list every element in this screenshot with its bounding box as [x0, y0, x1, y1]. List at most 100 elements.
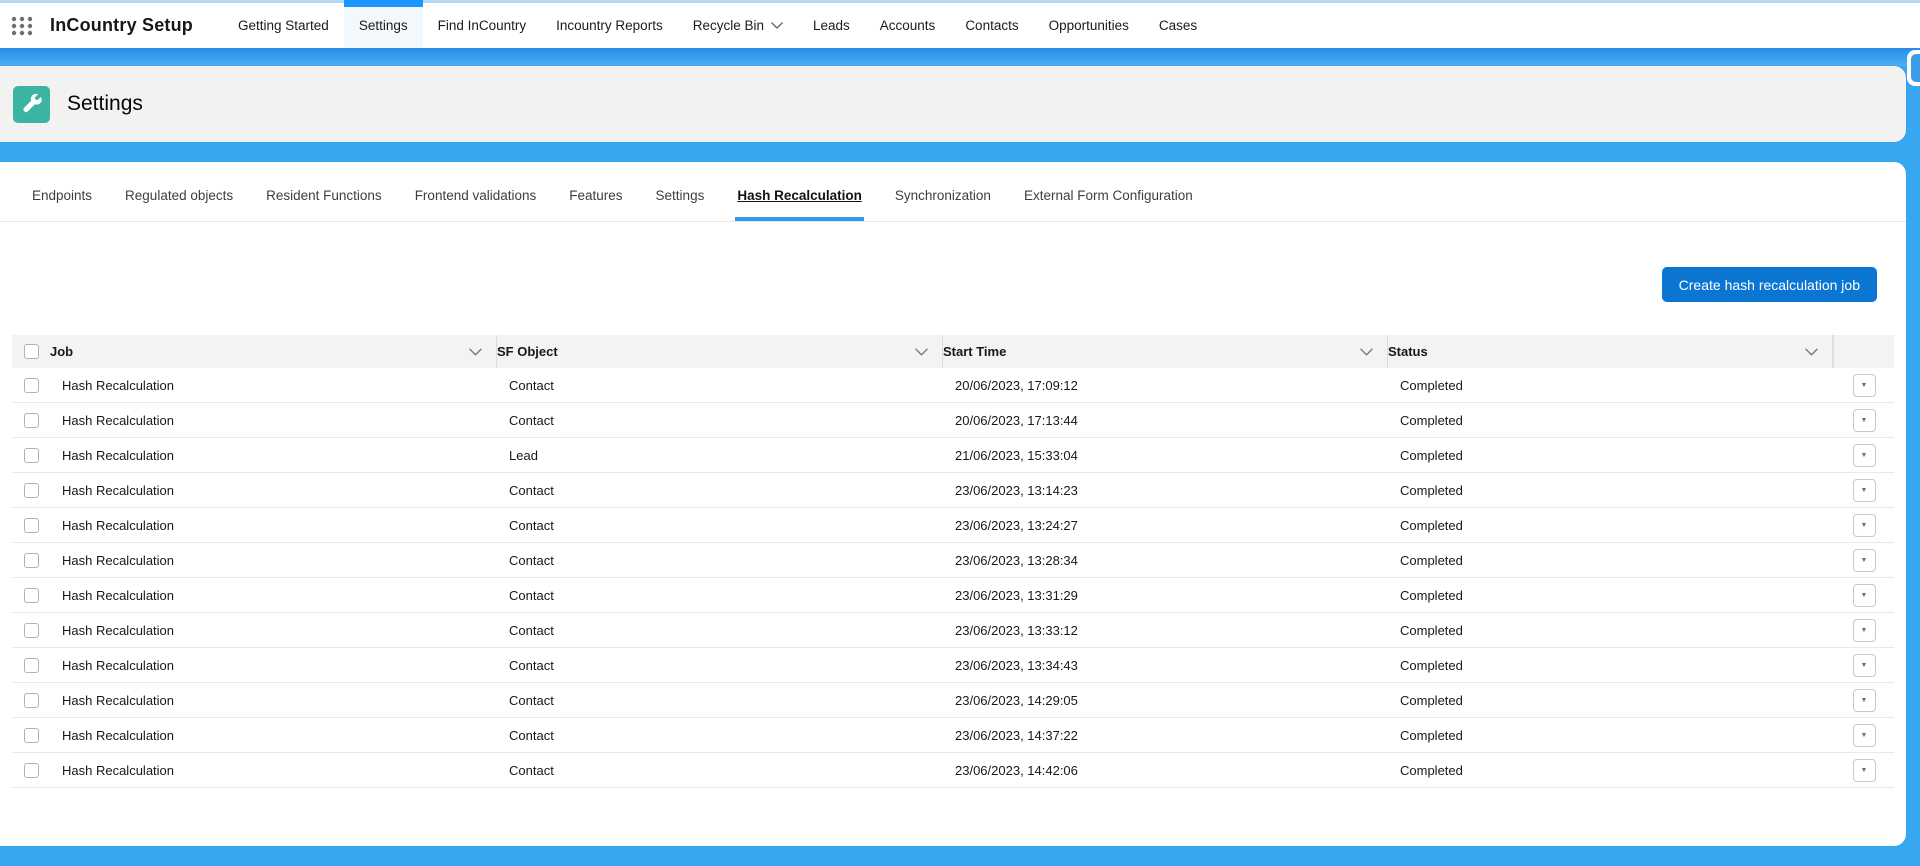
row-actions-button[interactable]: ▼	[1853, 479, 1876, 502]
table-row[interactable]: Hash Recalculation Contact 23/06/2023, 1…	[12, 508, 1894, 543]
status-cell: Completed	[1388, 623, 1833, 638]
status-cell: Completed	[1388, 518, 1833, 533]
nav-item-accounts[interactable]: Accounts	[865, 3, 951, 48]
sf-object-cell: Contact	[497, 518, 943, 533]
tab-synchronization[interactable]: Synchronization	[893, 188, 993, 221]
nav-items: Getting Started Settings Find InCountry …	[223, 3, 1212, 48]
nav-item-leads[interactable]: Leads	[798, 3, 865, 48]
chevron-down-icon[interactable]	[771, 22, 783, 29]
nav-item-incountry-reports[interactable]: Incountry Reports	[541, 3, 678, 48]
column-header-label: SF Object	[497, 344, 558, 359]
status-cell: Completed	[1388, 728, 1833, 743]
table-row[interactable]: Hash Recalculation Contact 23/06/2023, 1…	[12, 683, 1894, 718]
row-checkbox[interactable]	[24, 623, 39, 638]
nav-item-label: Settings	[359, 18, 408, 33]
row-checkbox[interactable]	[24, 413, 39, 428]
row-actions-button[interactable]: ▼	[1853, 409, 1876, 432]
job-cell: Hash Recalculation	[50, 588, 497, 603]
actions-column-header	[1833, 335, 1894, 368]
table-row[interactable]: Hash Recalculation Contact 23/06/2023, 1…	[12, 543, 1894, 578]
nav-item-getting-started[interactable]: Getting Started	[223, 3, 344, 48]
nav-item-opportunities[interactable]: Opportunities	[1034, 3, 1144, 48]
tab-hash-recalculation[interactable]: Hash Recalculation	[735, 188, 864, 221]
table-row[interactable]: Hash Recalculation Lead 21/06/2023, 15:3…	[12, 438, 1894, 473]
sf-object-cell: Contact	[497, 658, 943, 673]
column-header-status[interactable]: Status	[1388, 335, 1833, 368]
row-checkbox[interactable]	[24, 518, 39, 533]
edge-widget-partial[interactable]	[1907, 50, 1920, 86]
nav-item-recycle-bin[interactable]: Recycle Bin	[678, 3, 798, 48]
job-cell: Hash Recalculation	[50, 553, 497, 568]
row-actions-button[interactable]: ▼	[1853, 374, 1876, 397]
row-actions-button[interactable]: ▼	[1853, 584, 1876, 607]
column-header-sf-object[interactable]: SF Object	[497, 335, 943, 368]
table-row[interactable]: Hash Recalculation Contact 20/06/2023, 1…	[12, 403, 1894, 438]
column-header-job[interactable]: Job	[50, 335, 497, 368]
table-row[interactable]: Hash Recalculation Contact 23/06/2023, 1…	[12, 648, 1894, 683]
nav-item-label: Find InCountry	[438, 18, 527, 33]
create-hash-recalculation-job-button[interactable]: Create hash recalculation job	[1662, 267, 1877, 302]
job-cell: Hash Recalculation	[50, 763, 497, 778]
sf-object-cell: Contact	[497, 553, 943, 568]
column-header-start-time[interactable]: Start Time	[943, 335, 1388, 368]
table-row[interactable]: Hash Recalculation Contact 23/06/2023, 1…	[12, 718, 1894, 753]
nav-item-label: Opportunities	[1049, 18, 1129, 33]
row-checkbox[interactable]	[24, 763, 39, 778]
row-actions-button[interactable]: ▼	[1853, 444, 1876, 467]
nav-item-find-incountry[interactable]: Find InCountry	[423, 3, 542, 48]
row-actions-button[interactable]: ▼	[1853, 689, 1876, 712]
chevron-down-icon[interactable]	[469, 348, 482, 356]
tab-settings[interactable]: Settings	[654, 188, 707, 221]
row-checkbox[interactable]	[24, 693, 39, 708]
row-checkbox[interactable]	[24, 483, 39, 498]
tab-endpoints[interactable]: Endpoints	[30, 188, 94, 221]
row-actions-button[interactable]: ▼	[1853, 759, 1876, 782]
nav-item-contacts[interactable]: Contacts	[950, 3, 1033, 48]
chevron-down-icon[interactable]	[915, 348, 928, 356]
start-time-cell: 23/06/2023, 13:14:23	[943, 483, 1388, 498]
table-row[interactable]: Hash Recalculation Contact 20/06/2023, 1…	[12, 368, 1894, 403]
row-actions-button[interactable]: ▼	[1853, 619, 1876, 642]
row-actions-button[interactable]: ▼	[1853, 549, 1876, 572]
nav-item-cases[interactable]: Cases	[1144, 3, 1212, 48]
tab-resident-functions[interactable]: Resident Functions	[264, 188, 384, 221]
status-cell: Completed	[1388, 448, 1833, 463]
tab-frontend-validations[interactable]: Frontend validations	[413, 188, 539, 221]
page-header: Settings	[0, 66, 1906, 142]
caret-down-icon: ▼	[1861, 767, 1868, 774]
row-checkbox[interactable]	[24, 728, 39, 743]
table-row[interactable]: Hash Recalculation Contact 23/06/2023, 1…	[12, 613, 1894, 648]
table-row[interactable]: Hash Recalculation Contact 23/06/2023, 1…	[12, 753, 1894, 788]
page-title: Settings	[67, 92, 143, 116]
row-checkbox[interactable]	[24, 378, 39, 393]
row-checkbox[interactable]	[24, 448, 39, 463]
row-checkbox[interactable]	[24, 588, 39, 603]
app-launcher-icon[interactable]	[10, 14, 34, 38]
job-cell: Hash Recalculation	[50, 413, 497, 428]
table-row[interactable]: Hash Recalculation Contact 23/06/2023, 1…	[12, 578, 1894, 613]
select-all-checkbox[interactable]	[24, 344, 39, 359]
table-row[interactable]: Hash Recalculation Contact 23/06/2023, 1…	[12, 473, 1894, 508]
header-gradient-strip	[0, 48, 1920, 66]
chevron-down-icon[interactable]	[1360, 348, 1373, 356]
row-actions-button[interactable]: ▼	[1853, 724, 1876, 747]
caret-down-icon: ▼	[1861, 522, 1868, 529]
column-header-label: Job	[50, 344, 73, 359]
row-checkbox[interactable]	[24, 553, 39, 568]
status-cell: Completed	[1388, 588, 1833, 603]
tab-regulated-objects[interactable]: Regulated objects	[123, 188, 235, 221]
chevron-down-icon[interactable]	[1805, 348, 1818, 356]
status-cell: Completed	[1388, 413, 1833, 428]
row-actions-button[interactable]: ▼	[1853, 514, 1876, 537]
row-actions-button[interactable]: ▼	[1853, 654, 1876, 677]
start-time-cell: 23/06/2023, 14:42:06	[943, 763, 1388, 778]
tab-features[interactable]: Features	[567, 188, 624, 221]
start-time-cell: 23/06/2023, 14:29:05	[943, 693, 1388, 708]
tab-external-form-configuration[interactable]: External Form Configuration	[1022, 188, 1195, 221]
app-window: InCountry Setup Getting Started Settings…	[0, 0, 1920, 866]
row-checkbox[interactable]	[24, 658, 39, 673]
nav-item-settings[interactable]: Settings	[344, 3, 423, 48]
caret-down-icon: ▼	[1861, 452, 1868, 459]
sf-object-cell: Contact	[497, 483, 943, 498]
caret-down-icon: ▼	[1861, 662, 1868, 669]
